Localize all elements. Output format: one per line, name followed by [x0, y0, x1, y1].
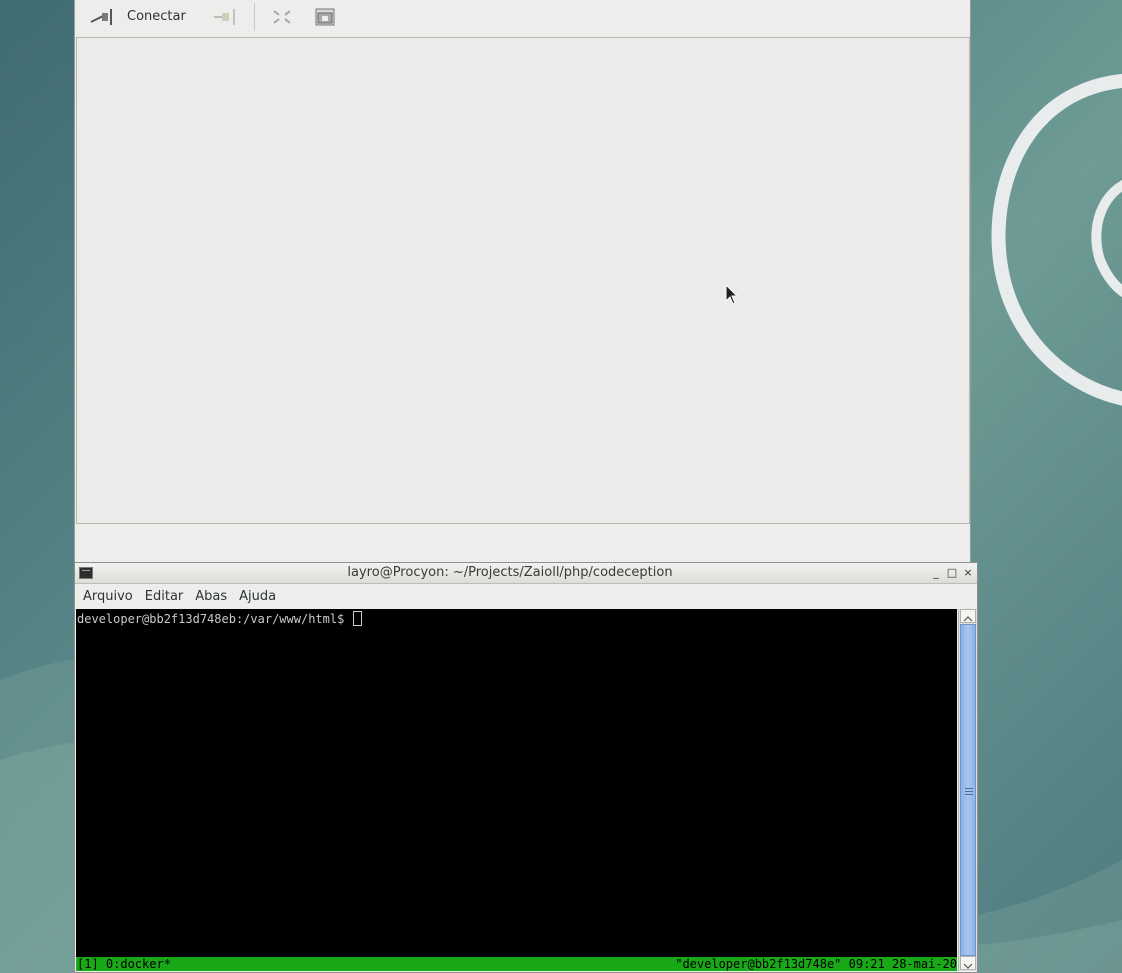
fullscreen-button[interactable] [265, 3, 299, 31]
scroll-down-button[interactable] [960, 956, 976, 970]
screenshot-icon [313, 5, 337, 29]
scrollbar-grip [965, 788, 973, 789]
terminal-titlebar[interactable]: layro@Procyon: ~/Projects/Zaioll/php/cod… [75, 563, 977, 584]
maximize-button[interactable]: □ [945, 566, 959, 580]
tmux-window-list: [1] 0:docker* [77, 957, 171, 971]
remote-display-area[interactable] [76, 37, 970, 524]
screenshot-button[interactable] [307, 3, 343, 31]
menu-editar[interactable]: Editar [139, 589, 190, 604]
menu-abas[interactable]: Abas [189, 589, 233, 604]
fullscreen-icon [271, 8, 293, 26]
plug-connect-icon [89, 6, 115, 28]
text-cursor [352, 611, 362, 626]
terminal-scrollbar[interactable] [958, 609, 977, 971]
menu-ajuda[interactable]: Ajuda [233, 589, 282, 604]
tmux-status-right: "developer@bb2f13d748e" 09:21 28-mai-20 [675, 957, 957, 971]
tmux-status-bar: [1] 0:docker* "developer@bb2f13d748e" 09… [76, 957, 957, 971]
debian-swirl-logo [991, 73, 1122, 406]
terminal-title: layro@Procyon: ~/Projects/Zaioll/php/cod… [347, 565, 673, 580]
close-button[interactable]: × [961, 566, 975, 580]
terminal-window: layro@Procyon: ~/Projects/Zaioll/php/cod… [74, 562, 978, 973]
toolbar-separator [253, 2, 255, 31]
minimize-button[interactable]: _ [929, 566, 943, 580]
mouse-pointer-icon [725, 284, 739, 305]
connect-button[interactable]: Conectar [83, 3, 192, 31]
scrollbar-grip [965, 791, 973, 792]
shell-prompt: developer@bb2f13d748eb:/var/www/html$ [77, 612, 352, 626]
connect-label: Conectar [127, 9, 186, 24]
terminal-menubar: Arquivo Editar Abas Ajuda [75, 585, 977, 608]
terminal-screen[interactable]: developer@bb2f13d748eb:/var/www/html$ [1… [76, 609, 957, 971]
disconnect-button[interactable] [206, 3, 244, 31]
plug-disconnect-icon [212, 6, 238, 28]
scrollbar-grip [965, 794, 973, 795]
viewer-toolbar: Conectar [75, 0, 970, 33]
scrollbar-thumb[interactable] [960, 624, 976, 956]
prompt-line: developer@bb2f13d748eb:/var/www/html$ [77, 611, 362, 627]
chevron-down-icon [963, 963, 973, 969]
menu-arquivo[interactable]: Arquivo [77, 589, 139, 604]
remote-viewer-window: Conectar [74, 0, 971, 562]
scroll-up-button[interactable] [960, 609, 976, 623]
